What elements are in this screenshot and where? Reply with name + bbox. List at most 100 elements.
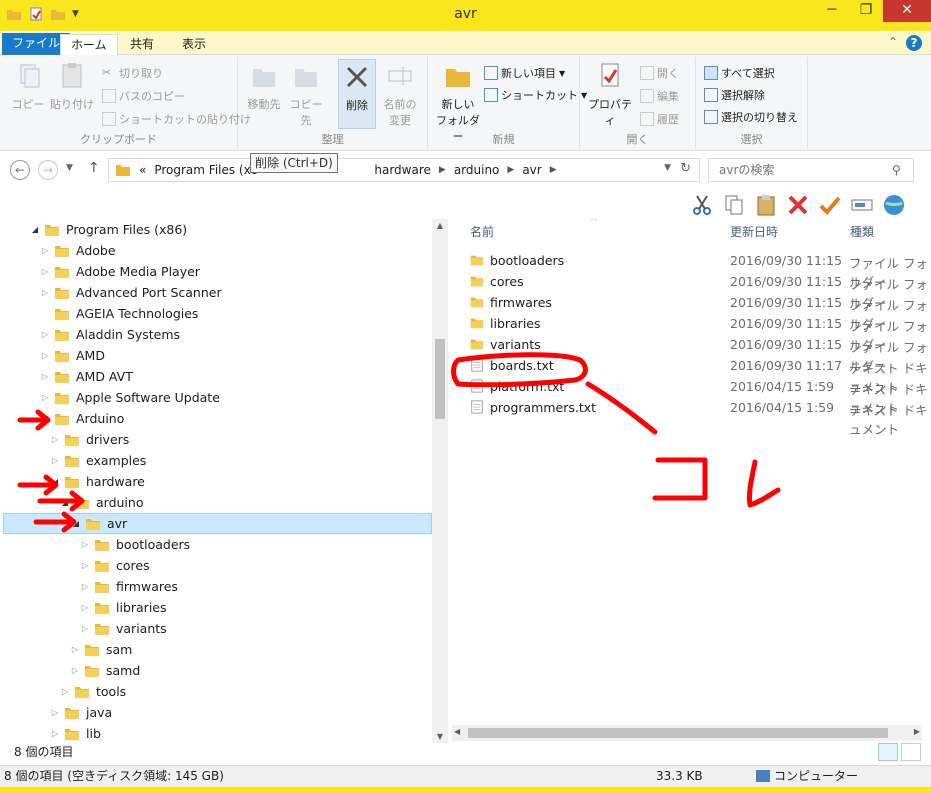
file-row[interactable]: cores 2016/09/30 11:15 ファイル フォルダー	[468, 271, 931, 311]
file-list-scrollbar[interactable]: ◀ ▶	[452, 725, 922, 741]
search-input[interactable]: avrの検索	[708, 158, 914, 182]
cut-button[interactable]: ✂ 切り取り	[102, 65, 163, 81]
edit-button[interactable]: 編集	[640, 88, 679, 104]
copy-to-button[interactable]: コピー先	[286, 61, 326, 128]
tab-share[interactable]: 共有	[120, 34, 164, 55]
tree-item[interactable]: ▷ tools	[0, 681, 432, 702]
breadcrumb-separator-icon[interactable]: ▶	[507, 165, 514, 175]
scrollbar-thumb[interactable]	[435, 339, 445, 419]
tree-item[interactable]: ◢ Arduino	[0, 408, 432, 429]
tab-view[interactable]: 表示	[172, 34, 216, 55]
expand-arrow-icon[interactable]: ▷	[80, 582, 90, 591]
expand-arrow-icon[interactable]: ▷	[40, 393, 50, 402]
breadcrumb-overflow[interactable]: «	[139, 163, 146, 177]
scroll-right-icon[interactable]: ▶	[914, 727, 920, 736]
delete-icon[interactable]	[786, 193, 810, 217]
collapse-arrow-icon[interactable]: ◢	[30, 225, 40, 234]
expand-arrow-icon[interactable]: ▷	[80, 624, 90, 633]
copy-button[interactable]: コピー	[8, 61, 48, 112]
tree-item[interactable]: ▷ java	[0, 702, 432, 723]
select-all-button[interactable]: すべて選択	[704, 65, 775, 81]
close-button[interactable]: ✕	[883, 0, 931, 22]
tree-item[interactable]: ▷ samd	[0, 660, 432, 681]
up-button[interactable]: ↑	[88, 160, 100, 176]
tree-item[interactable]: ▷ lib	[0, 723, 432, 743]
refresh-icon[interactable]: ↻	[680, 161, 691, 176]
collapse-arrow-icon[interactable]: ◢	[60, 498, 70, 507]
tab-home[interactable]: ホーム	[60, 34, 118, 56]
minimize-button[interactable]: ─	[815, 0, 849, 22]
breadcrumb-hardware[interactable]: hardware	[374, 163, 431, 177]
tree-item[interactable]: ▷ Apple Software Update	[0, 387, 432, 408]
forward-button[interactable]: →	[38, 160, 58, 180]
file-row[interactable]: boards.txt 2016/09/30 11:17 テキスト ドキュメント	[468, 355, 931, 395]
tree-item[interactable]: ◢ hardware	[0, 471, 432, 492]
expand-arrow-icon[interactable]: ▷	[50, 729, 60, 738]
tree-item[interactable]: ▷ bootloaders	[0, 534, 432, 555]
paste-icon[interactable]	[754, 193, 778, 217]
file-row[interactable]: variants 2016/09/30 11:15 ファイル フォルダー	[468, 334, 931, 374]
tree-item[interactable]: ◢ arduino	[0, 492, 432, 513]
tree-item[interactable]: ▷ Aladdin Systems	[0, 324, 432, 345]
tree-item[interactable]: ▷ drivers	[0, 429, 432, 450]
file-row[interactable]: firmwares 2016/09/30 11:15 ファイル フォルダー	[468, 292, 931, 332]
file-row[interactable]: programmers.txt 2016/04/15 1:59 テキスト ドキュメン…	[468, 397, 931, 437]
tree-item[interactable]: ▷ Advanced Port Scanner	[0, 282, 432, 303]
recent-locations-icon[interactable]: ▼	[66, 163, 73, 173]
breadcrumb-program-files[interactable]: Program Files (x8	[154, 163, 258, 177]
expand-arrow-icon[interactable]: ▷	[40, 246, 50, 255]
expand-arrow-icon[interactable]: ▷	[50, 456, 60, 465]
expand-arrow-icon[interactable]: ▷	[80, 603, 90, 612]
column-date[interactable]: 更新日時	[730, 223, 778, 240]
select-none-button[interactable]: 選択解除	[704, 87, 765, 103]
tree-item[interactable]: ▷ libraries	[0, 597, 432, 618]
help-icon[interactable]: ?	[906, 35, 922, 51]
collapse-arrow-icon[interactable]: ◢	[40, 414, 50, 423]
scissors-icon[interactable]	[690, 193, 714, 217]
scroll-left-icon[interactable]: ◀	[454, 727, 460, 736]
tree-item[interactable]: ▷ cores	[0, 555, 432, 576]
scroll-down-icon[interactable]: ▼	[432, 732, 448, 741]
expand-arrow-icon[interactable]: ▷	[80, 561, 90, 570]
rename-icon[interactable]	[850, 193, 874, 217]
expand-arrow-icon[interactable]: ▷	[40, 288, 50, 297]
column-type[interactable]: 種類	[850, 223, 874, 240]
search-icon[interactable]: ⚲	[892, 163, 901, 177]
maximize-button[interactable]: ❐	[849, 0, 883, 22]
invert-selection-button[interactable]: 選択の切り替え	[704, 109, 798, 125]
back-button[interactable]: ←	[10, 160, 30, 180]
new-item-button[interactable]: 新しい項目 ▼	[484, 65, 565, 81]
address-bar[interactable]: « Program Files (x8 hardware ▶ arduino ▶…	[108, 158, 700, 182]
navigation-pane[interactable]: ◢ Program Files (x86) ▷ Adobe ▷ Adobe Media P…	[0, 219, 446, 743]
delete-button[interactable]: 削除	[338, 59, 376, 129]
collapse-arrow-icon[interactable]: ◢	[50, 477, 60, 486]
expand-arrow-icon[interactable]: ▷	[60, 687, 70, 696]
rename-button[interactable]: 名前の 変更	[380, 61, 420, 128]
copy-icon[interactable]	[722, 193, 746, 217]
address-dropdown-icon[interactable]: ▼	[664, 163, 671, 173]
expand-arrow-icon[interactable]: ▷	[50, 435, 60, 444]
expand-arrow-icon[interactable]: ▷	[40, 372, 50, 381]
expand-arrow-icon[interactable]: ▷	[50, 708, 60, 717]
expand-arrow-icon[interactable]: ▷	[40, 330, 50, 339]
ribbon-collapse-icon[interactable]: ⌃	[888, 35, 898, 49]
scrollbar-thumb[interactable]	[468, 728, 888, 738]
tree-item[interactable]: ▷ sam	[0, 639, 432, 660]
file-row[interactable]: libraries 2016/09/30 11:15 ファイル フォルダー	[468, 313, 931, 353]
scroll-up-icon[interactable]: ▲	[432, 221, 448, 230]
large-icons-view-icon[interactable]	[901, 743, 921, 761]
file-row[interactable]: bootloaders 2016/09/30 11:15 ファイル フォルダー	[468, 250, 931, 290]
paste-shortcut-button[interactable]: ショートカットの貼り付け	[102, 111, 251, 127]
history-button[interactable]: 履歴	[640, 111, 679, 127]
properties-button[interactable]: プロパティ	[584, 61, 636, 128]
collapse-arrow-icon[interactable]: ◢	[71, 519, 81, 528]
move-to-button[interactable]: 移動先	[244, 61, 284, 112]
tree-item[interactable]: ◢ avr	[3, 513, 432, 534]
navigation-scrollbar[interactable]: ▲ ▼	[432, 219, 448, 743]
tree-item[interactable]: ▷ firmwares	[0, 576, 432, 597]
tree-item[interactable]: ▷ Adobe	[0, 240, 432, 261]
tree-item[interactable]: ▷ variants	[0, 618, 432, 639]
tree-item[interactable]: ▷ Adobe Media Player	[0, 261, 432, 282]
expand-arrow-icon[interactable]: ▷	[80, 540, 90, 549]
expand-arrow-icon[interactable]: ▷	[40, 267, 50, 276]
